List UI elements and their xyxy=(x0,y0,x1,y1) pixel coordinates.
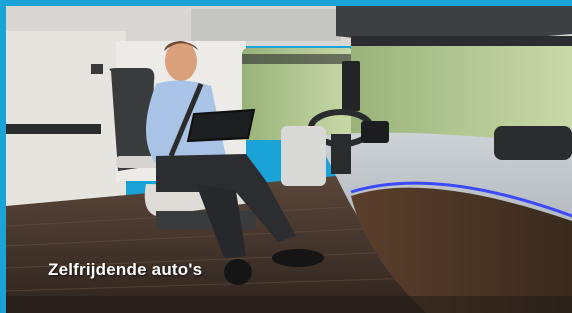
ceiling-panel xyxy=(191,9,341,41)
caption-title: Zelfrijdende auto's xyxy=(48,260,203,279)
driver-seat-console xyxy=(281,126,326,186)
blue-frame: Zelfrijdende auto's xyxy=(0,0,572,313)
mirror-screen xyxy=(342,61,360,111)
head xyxy=(165,41,197,81)
right-shoe xyxy=(272,249,324,267)
dash-screen xyxy=(361,121,389,143)
passenger-seat xyxy=(494,126,572,160)
tablet xyxy=(186,108,256,143)
left-wall xyxy=(6,31,126,206)
left-shoe xyxy=(224,259,252,285)
wall-rail xyxy=(6,124,101,134)
wall-switch xyxy=(91,64,103,74)
